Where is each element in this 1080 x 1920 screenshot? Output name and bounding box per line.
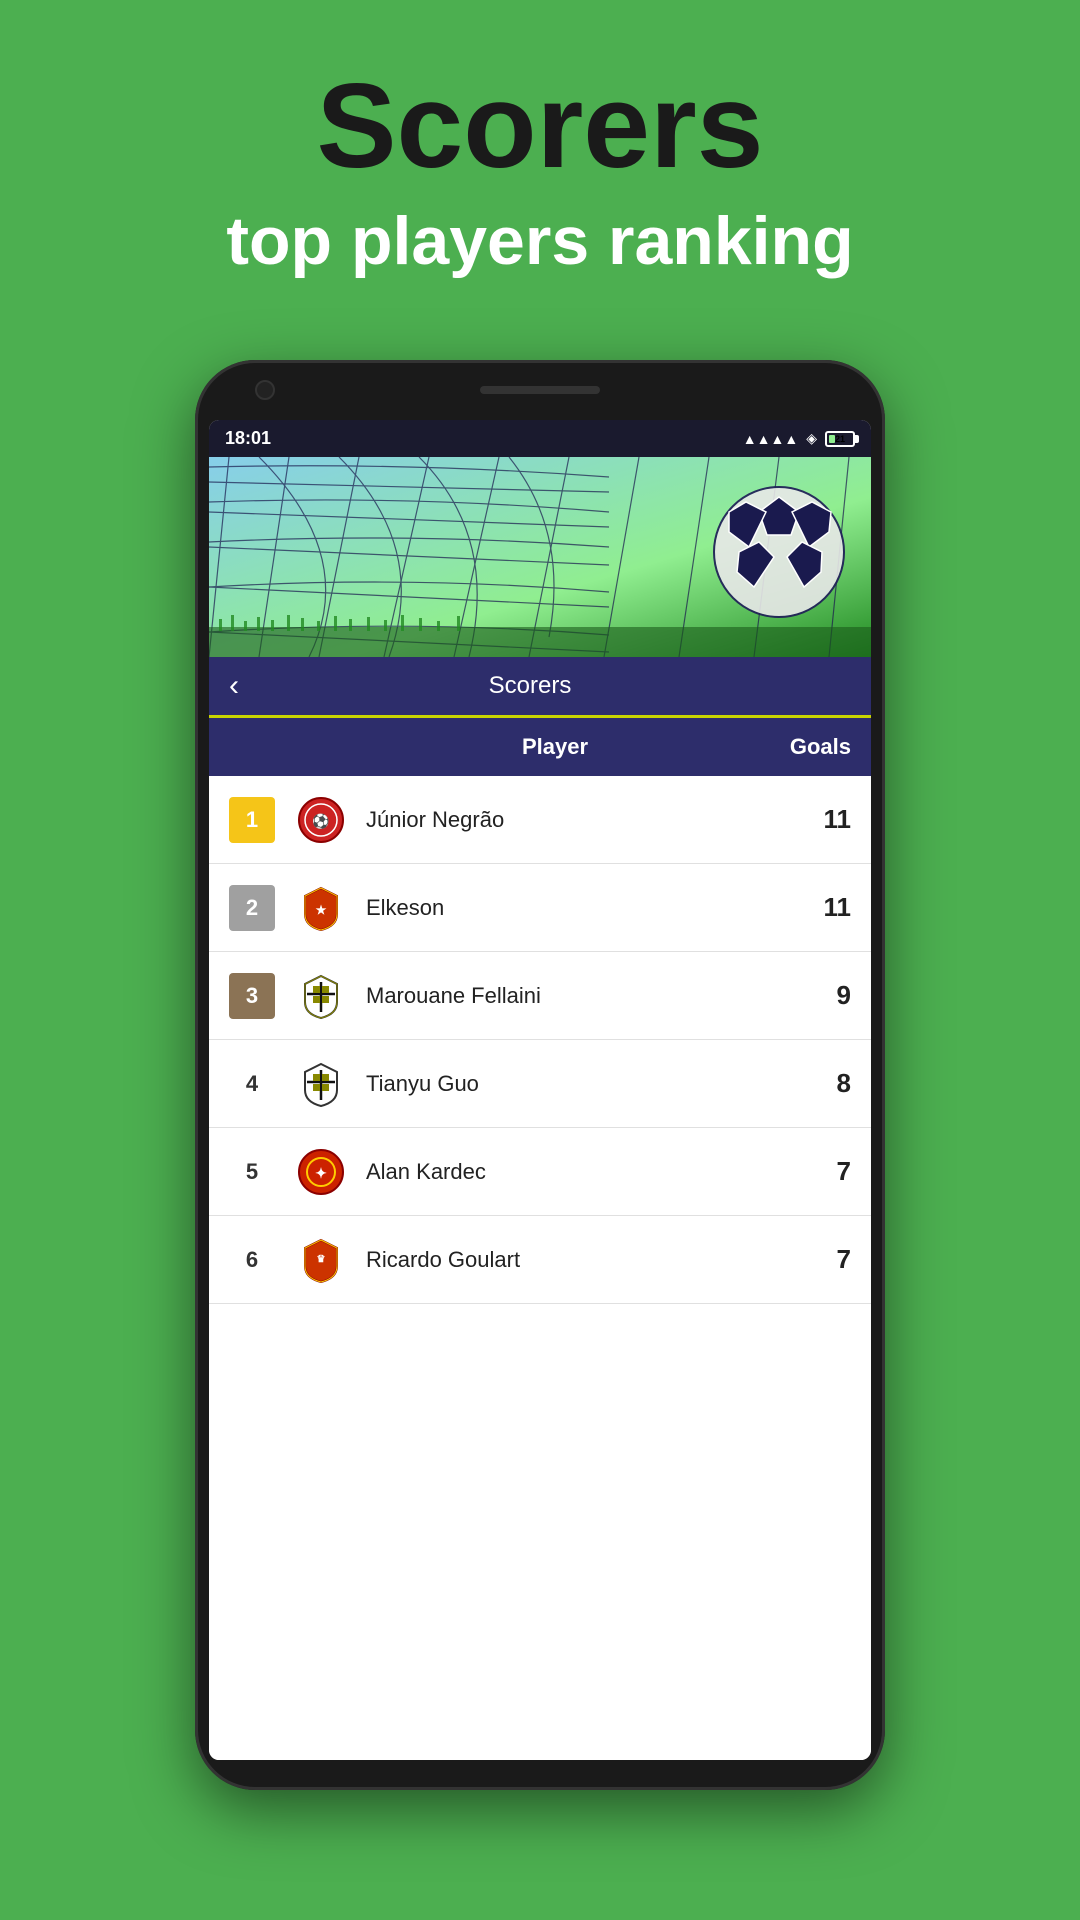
table-row[interactable]: 3 Marouane Fellaini 9 xyxy=(209,952,871,1040)
svg-text:★: ★ xyxy=(315,903,326,917)
back-button[interactable]: ‹ xyxy=(229,671,239,701)
rank-badge: 3 xyxy=(229,973,275,1019)
status-icons: ▲▲▲▲ ◈ 21 xyxy=(743,430,855,447)
svg-text:✦: ✦ xyxy=(315,1165,327,1181)
goals-count: 7 xyxy=(801,1244,851,1275)
status-time: 18:01 xyxy=(225,428,271,449)
phone-speaker xyxy=(480,386,600,394)
battery-icon: 21 xyxy=(825,431,855,447)
rank-badge: 5 xyxy=(229,1149,275,1195)
table-row[interactable]: 6 ♛ Ricardo Goulart 7 xyxy=(209,1216,871,1304)
team-logo xyxy=(293,968,348,1023)
rank-badge: 4 xyxy=(229,1061,275,1107)
player-col-header: Player xyxy=(339,734,771,760)
table-row[interactable]: 2 ★ Elkeson 11 xyxy=(209,864,871,952)
table-row[interactable]: 5 ✦ Alan Kardec 7 xyxy=(209,1128,871,1216)
phone-frame: 18:01 ▲▲▲▲ ◈ 21 xyxy=(195,360,885,1790)
battery-text: 21 xyxy=(835,434,845,444)
player-name: Tianyu Guo xyxy=(366,1071,801,1097)
title-area: Scorers top players ranking xyxy=(0,0,1080,280)
sub-title: top players ranking xyxy=(0,202,1080,280)
player-name: Júnior Negrão xyxy=(366,807,801,833)
svg-text:⚽: ⚽ xyxy=(311,813,329,830)
main-title: Scorers xyxy=(0,60,1080,192)
phone-screen: 18:01 ▲▲▲▲ ◈ 21 xyxy=(209,420,871,1760)
goals-count: 11 xyxy=(801,804,851,835)
rank-badge: 2 xyxy=(229,885,275,931)
battery-fill xyxy=(829,435,835,443)
team-logo: ♛ xyxy=(293,1232,348,1287)
goals-count: 7 xyxy=(801,1156,851,1187)
team-logo: ★ xyxy=(293,880,348,935)
hero-image xyxy=(209,457,871,657)
phone-camera xyxy=(255,380,275,400)
scorers-list[interactable]: 1 ⚽ Júnior Negrão 11 2 ★ Elkeson 11 3 Ma xyxy=(209,776,871,1760)
player-name: Ricardo Goulart xyxy=(366,1247,801,1273)
team-logo: ⚽ xyxy=(293,792,348,847)
signal-icon: ▲▲▲▲ xyxy=(743,431,798,447)
soccer-net-svg xyxy=(209,457,871,657)
team-logo xyxy=(293,1056,348,1111)
wifi-icon: ◈ xyxy=(806,430,817,447)
rank-badge: 1 xyxy=(229,797,275,843)
goals-col-header: Goals xyxy=(771,734,851,760)
status-bar: 18:01 ▲▲▲▲ ◈ 21 xyxy=(209,420,871,457)
goals-count: 8 xyxy=(801,1068,851,1099)
table-header: Player Goals xyxy=(209,715,871,776)
team-logo: ✦ xyxy=(293,1144,348,1199)
toolbar: ‹ Scorers xyxy=(209,657,871,715)
table-row[interactable]: 4 Tianyu Guo 8 xyxy=(209,1040,871,1128)
goals-count: 9 xyxy=(801,980,851,1011)
player-name: Elkeson xyxy=(366,895,801,921)
goals-count: 11 xyxy=(801,892,851,923)
toolbar-title: Scorers xyxy=(259,672,801,700)
table-row[interactable]: 1 ⚽ Júnior Negrão 11 xyxy=(209,776,871,864)
svg-text:♛: ♛ xyxy=(316,1254,325,1265)
rank-badge: 6 xyxy=(229,1237,275,1283)
player-name: Alan Kardec xyxy=(366,1159,801,1185)
player-name: Marouane Fellaini xyxy=(366,983,801,1009)
